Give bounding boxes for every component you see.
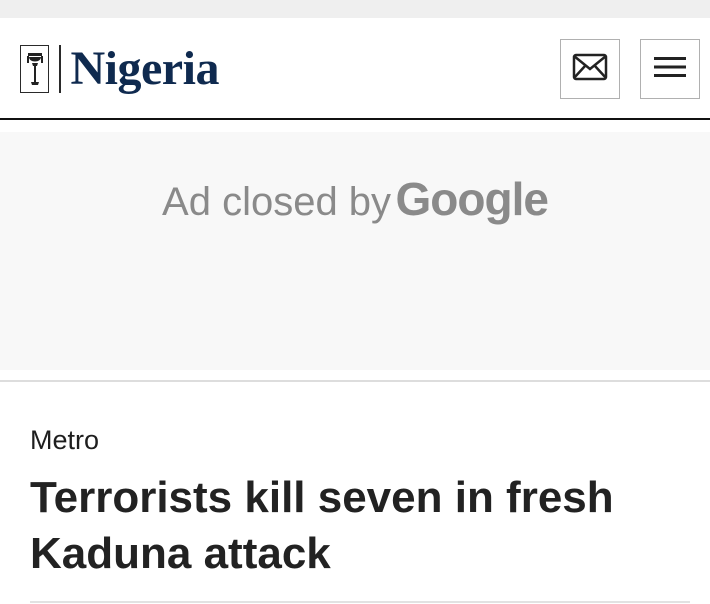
hamburger-menu-icon [654,55,686,83]
ad-slot: Ad closed by Google [0,132,710,370]
ad-closed-message: Ad closed by Google [0,172,710,226]
newsletter-button[interactable] [560,39,620,99]
ad-divider [0,380,710,382]
ad-provider-logo: Google [395,173,549,225]
article-headline: Terrorists kill seven in fresh Kaduna at… [30,473,614,578]
top-status-strip [0,0,710,18]
logo-separator [59,45,61,93]
site-header: Nigeria [0,18,710,120]
article-category-link[interactable]: Metro [30,424,99,456]
headline-divider [30,601,690,603]
menu-button[interactable] [640,39,700,99]
site-logo[interactable]: Nigeria [20,45,219,93]
site-name: Nigeria [70,42,220,95]
envelope-icon [572,53,608,85]
coat-of-arms-icon [20,45,49,93]
ad-closed-label: Ad closed by [162,180,392,224]
